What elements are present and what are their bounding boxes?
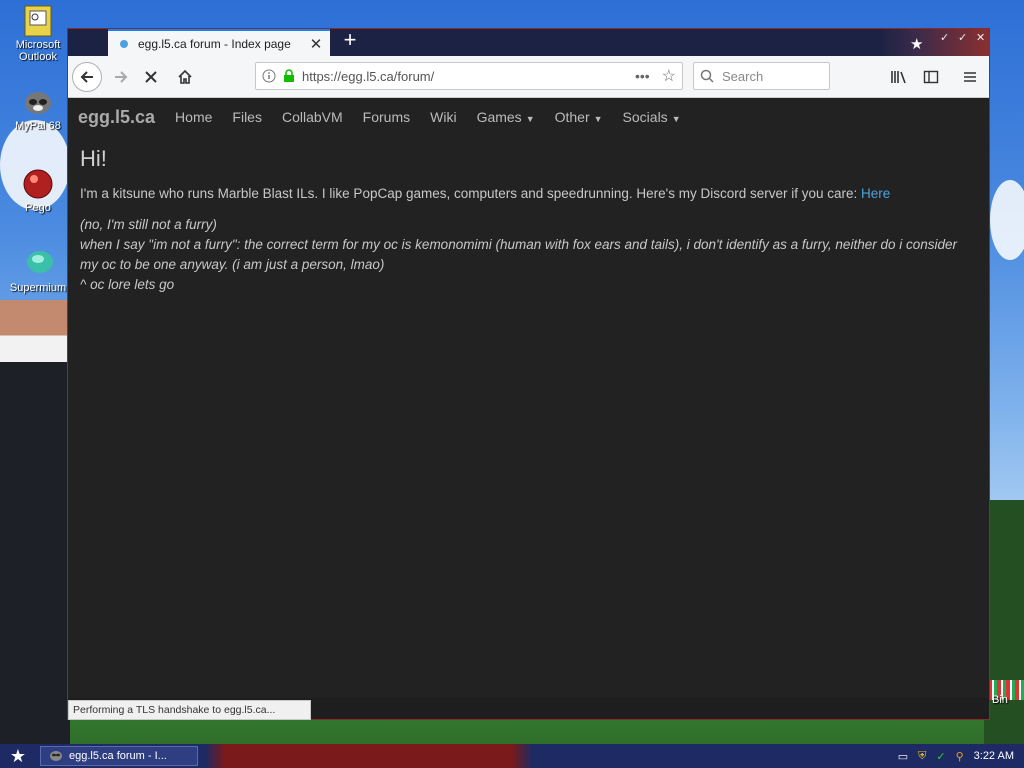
shield-icon[interactable]: ⛨ (918, 750, 926, 763)
forward-button[interactable] (106, 62, 136, 92)
page-content: Hi! I'm a kitsune who runs Marble Blast … (80, 146, 970, 295)
home-icon (178, 69, 192, 84)
outlook-icon (22, 5, 54, 37)
system-tray: ▭ ⛨ ✓ ⚲ 3:22 AM (898, 744, 1024, 768)
home-button[interactable] (170, 62, 200, 92)
url-text[interactable]: https://egg.l5.ca/forum/ (302, 69, 635, 84)
desktop-icon-label: Supermium (9, 282, 67, 294)
forward-arrow-icon (115, 71, 128, 83)
navigation-toolbar: https://egg.l5.ca/forum/ ••• ☆ Search (68, 56, 989, 98)
desktop-icon-pego[interactable]: Pego (3, 168, 73, 214)
desktop-icon-label: Microsoft Outlook (15, 39, 61, 63)
discord-link[interactable]: Here (861, 186, 890, 201)
search-placeholder: Search (722, 68, 764, 84)
library-button[interactable] (884, 62, 914, 92)
library-icon (891, 71, 906, 84)
stop-button[interactable] (136, 62, 166, 92)
nav-wiki[interactable]: Wiki (430, 109, 456, 125)
desktop-icon-supermium[interactable]: Supermium (3, 248, 73, 294)
nav-other-dropdown[interactable]: Other ▼ (555, 109, 603, 125)
nav-socials-dropdown[interactable]: Socials ▼ (623, 109, 681, 125)
minimize-icon[interactable]: ✓ (940, 31, 949, 44)
cloud (990, 180, 1024, 260)
start-button[interactable]: ★ (6, 746, 30, 766)
clock[interactable]: 3:22 AM (974, 750, 1014, 762)
back-button[interactable] (72, 62, 102, 92)
new-tab-button[interactable]: + (340, 29, 360, 53)
maximize-icon[interactable]: ✓ (958, 31, 967, 44)
caret-down-icon: ▼ (525, 114, 535, 124)
site-brand-link[interactable]: egg.l5.ca (78, 107, 155, 128)
bookmark-star-icon[interactable]: ☆ (662, 66, 676, 86)
page-actions-icon[interactable]: ••• (635, 68, 650, 84)
keyboard-icon[interactable]: ▭ (898, 750, 908, 763)
mypal-raccoon-icon (22, 86, 54, 118)
nav-files[interactable]: Files (232, 109, 262, 125)
info-icon[interactable] (262, 69, 276, 83)
raccoon-taskbar-icon (49, 749, 63, 764)
browser-window: egg.l5.ca forum - Index page ✕ + ★ ✓ ✓ ✕… (67, 28, 990, 720)
stop-icon (145, 71, 157, 83)
web-page: egg.l5.ca Home Files CollabVM Forums Wik… (68, 98, 989, 698)
nav-collabvm[interactable]: CollabVM (282, 109, 343, 125)
taskbar: ★ egg.l5.ca forum - I... ▭ ⛨ ✓ ⚲ 3:22 AM (0, 744, 1024, 768)
person-figure (0, 300, 70, 744)
sidebar-button[interactable] (916, 62, 946, 92)
desktop-icon-mypal[interactable]: MyPal 68 (3, 86, 73, 132)
taskbar-item-browser[interactable]: egg.l5.ca forum - I... (40, 746, 198, 766)
caret-down-icon: ▼ (671, 114, 681, 124)
url-bar[interactable]: https://egg.l5.ca/forum/ ••• ☆ (255, 62, 683, 90)
nav-forums[interactable]: Forums (363, 109, 410, 125)
pego-icon (22, 168, 54, 200)
star-icon: ★ (910, 36, 924, 53)
page-heading: Hi! (80, 146, 107, 171)
nav-socials-label: Socials (622, 109, 668, 125)
search-tray-icon[interactable]: ⚲ (956, 750, 964, 763)
italic-note-1: (no, I'm still not a furry) (80, 217, 217, 232)
nav-other-label: Other (554, 109, 590, 125)
tab-active[interactable]: egg.l5.ca forum - Index page ✕ (108, 29, 330, 56)
sidebar-icon (923, 70, 939, 84)
close-window-icon[interactable]: ✕ (976, 31, 985, 44)
back-arrow-icon (80, 71, 93, 83)
caret-down-icon: ▼ (593, 114, 603, 124)
search-icon (700, 69, 714, 83)
nav-games-label: Games (476, 109, 522, 125)
site-navbar: egg.l5.ca Home Files CollabVM Forums Wik… (68, 98, 989, 136)
intro-text: I'm a kitsune who runs Marble Blast ILs.… (80, 186, 861, 201)
network-icon[interactable]: ✓ (936, 750, 945, 763)
tab-title: egg.l5.ca forum - Index page (138, 36, 291, 51)
taskbar-item-label: egg.l5.ca forum - I... (69, 750, 167, 762)
nav-home[interactable]: Home (175, 109, 212, 125)
desktop-icon-outlook[interactable]: Microsoft Outlook (3, 5, 73, 63)
intro-paragraph: I'm a kitsune who runs Marble Blast ILs.… (80, 186, 970, 201)
supermium-icon (22, 248, 54, 280)
desktop-icon-label: MyPal 68 (15, 120, 61, 132)
favicon (120, 39, 128, 48)
desktop-icon-label-partial: Bin (992, 694, 1008, 706)
tree (984, 500, 1024, 744)
padlock-icon[interactable] (282, 69, 296, 83)
desktop-icon-label: Pego (25, 202, 51, 214)
italic-note-3: ^ oc lore lets go (80, 277, 175, 292)
status-panel: Performing a TLS handshake to egg.l5.ca.… (68, 700, 311, 720)
italic-note-2: when I say "im not a furry": the correct… (80, 237, 957, 272)
hamburger-menu-icon (964, 72, 976, 82)
close-tab-icon[interactable]: ✕ (306, 35, 326, 53)
search-field[interactable]: Search (693, 62, 830, 90)
tab-strip: egg.l5.ca forum - Index page ✕ + ★ ✓ ✓ ✕ (68, 29, 989, 56)
nav-games-dropdown[interactable]: Games ▼ (477, 109, 535, 125)
menu-button[interactable] (955, 62, 985, 92)
